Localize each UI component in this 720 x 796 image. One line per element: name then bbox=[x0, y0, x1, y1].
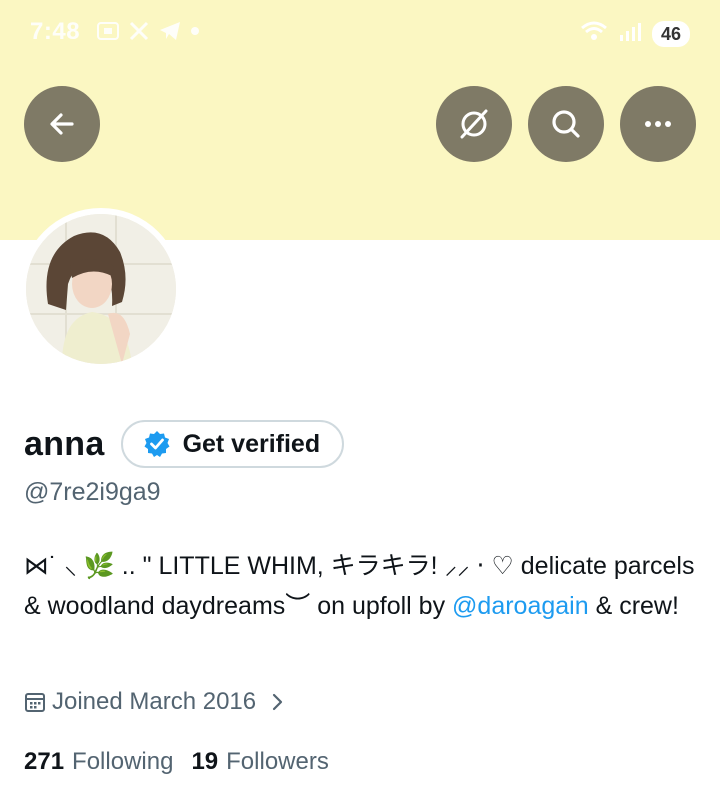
arrow-left-icon bbox=[50, 113, 74, 135]
followers-count: 19 bbox=[191, 748, 219, 775]
followers-link[interactable]: 19 Followers bbox=[191, 748, 328, 776]
status-time: 7:48 bbox=[30, 18, 81, 45]
battery-indicator: 46 bbox=[651, 20, 690, 47]
notification-dot-icon bbox=[190, 26, 200, 36]
display-name: anna bbox=[24, 424, 105, 463]
grok-button[interactable] bbox=[436, 86, 512, 162]
grok-icon bbox=[460, 109, 488, 139]
get-verified-button[interactable]: Get verified bbox=[120, 420, 345, 468]
x-logo-icon bbox=[128, 20, 150, 42]
following-count: 271 bbox=[24, 748, 65, 775]
avatar[interactable] bbox=[20, 208, 182, 370]
screenshot-icon bbox=[96, 20, 120, 42]
chevron-right-icon bbox=[273, 693, 283, 711]
signal-icon bbox=[618, 20, 642, 47]
joined-label: Joined March 2016 bbox=[52, 688, 257, 715]
username-handle: @7re2i9ga9 bbox=[24, 478, 161, 506]
follow-stats: 271 Following 19 Followers bbox=[24, 748, 329, 776]
search-button[interactable] bbox=[528, 86, 604, 162]
bio-text-end: & crew! bbox=[588, 592, 679, 620]
more-options-button[interactable] bbox=[620, 86, 696, 162]
following-link[interactable]: 271 Following bbox=[24, 748, 173, 776]
bio-mention-link[interactable]: @daroagain bbox=[452, 592, 589, 620]
avatar-photo bbox=[26, 214, 176, 364]
wifi-icon bbox=[580, 20, 608, 47]
name-row: anna Get verified bbox=[24, 420, 345, 468]
followers-label: Followers bbox=[226, 748, 329, 775]
get-verified-label: Get verified bbox=[182, 429, 321, 458]
more-horizontal-icon bbox=[645, 121, 671, 127]
back-button[interactable] bbox=[24, 86, 100, 162]
search-icon bbox=[552, 110, 580, 138]
verified-badge-icon bbox=[144, 431, 170, 457]
telegram-icon bbox=[158, 20, 182, 42]
profile-bio: ⋈˙ ⸜ 🌿 .. " LITTLE WHIM, キラキラ! ⸝⸝ ‧ ♡ de… bbox=[24, 546, 704, 626]
calendar-icon bbox=[25, 693, 45, 712]
joined-date[interactable]: Joined March 2016 bbox=[24, 688, 288, 716]
status-bar: 7:48 46 bbox=[0, 0, 720, 68]
following-label: Following bbox=[72, 748, 174, 775]
